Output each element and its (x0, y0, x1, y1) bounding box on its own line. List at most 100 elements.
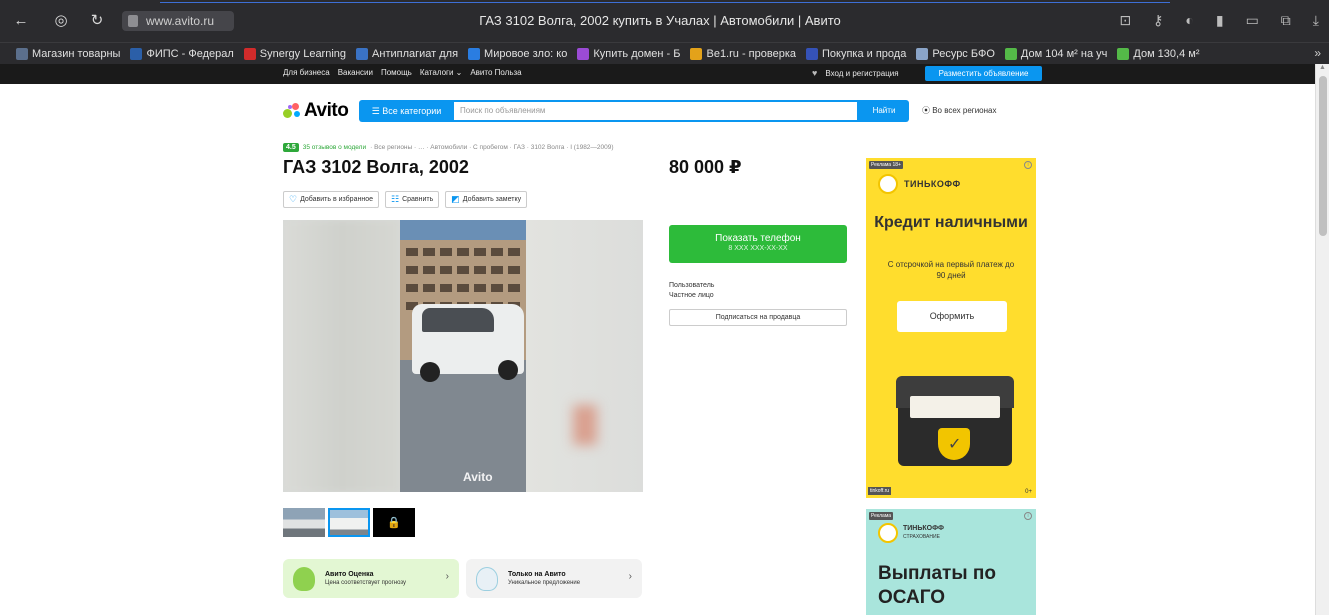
top-link[interactable]: Помощь (381, 68, 412, 77)
age-rating: 0+ (1025, 489, 1032, 495)
card-title: Авито Оценка (325, 571, 374, 578)
tinkoff-logo: ТИНЬКОФФ (878, 174, 961, 194)
tinkoff-insurance-ad[interactable]: Реклама i ТИНЬКОФФ СТРАХОВАНИЕ Выплаты п… (866, 509, 1036, 615)
region-selector[interactable]: ⦿ Во всех регионах (922, 105, 997, 116)
listing-actions: ♡ Добавить в избранное ☷ Сравнить ◩ Доба… (283, 191, 528, 208)
card-subtitle: Уникальное предложение (508, 580, 581, 586)
battery-icon[interactable]: ▭ (1246, 12, 1259, 29)
bookmark-favicon-icon (356, 47, 369, 60)
avito-logo[interactable]: Avito (283, 100, 349, 122)
window-title: ГАЗ 3102 Волга, 2002 купить в Учалах | А… (479, 13, 841, 28)
info-icon[interactable]: i (1024, 512, 1032, 520)
bookmark-item[interactable]: Антиплагиат для (356, 47, 458, 60)
card-title: Только на Авито (508, 571, 566, 578)
bookmark-item[interactable]: Покупка и прода (806, 47, 906, 60)
reviews-link[interactable]: 35 отзывов о модели (303, 144, 366, 151)
card-subtitle: Цена соответствует прогнозу (325, 580, 407, 586)
tinkoff-credit-ad[interactable]: Реклама 18+ i ТИНЬКОФФ Кредит наличными … (866, 158, 1036, 498)
find-button[interactable]: Найти (859, 100, 909, 122)
bookmark-icon[interactable]: ▮ (1216, 12, 1224, 29)
top-link[interactable]: Каталоги ⌄ (420, 68, 462, 77)
bookmark-favicon-icon (468, 47, 481, 60)
top-link[interactable]: Авито Польза (470, 68, 521, 77)
photo-thumbnails: 🔒 (283, 508, 415, 537)
bookmark-favicon-icon (243, 47, 256, 60)
bookmark-label: Ресурс БФО (932, 47, 995, 60)
bookmark-item[interactable]: Be1.ru - проверка (690, 47, 796, 60)
ad-label: Реклама (869, 512, 894, 520)
bookmark-favicon-icon (577, 47, 590, 60)
photo-car-window (422, 308, 494, 332)
address-bar[interactable]: www.avito.ru (122, 11, 234, 31)
bookmark-item[interactable]: Дом 130,4 м² (1117, 47, 1200, 60)
translate-icon[interactable]: ⊡ (1119, 12, 1131, 29)
car-photo[interactable] (400, 220, 526, 492)
info-cards: Авито Оценка Цена соответствует прогнозу… (283, 559, 642, 598)
pear-icon (293, 566, 315, 591)
lock-icon (128, 15, 138, 27)
bookmark-favicon-icon (16, 47, 28, 60)
add-to-favorites-button[interactable]: ♡ Добавить в избранное (283, 191, 379, 208)
top-link[interactable]: Для бизнеса (283, 68, 330, 77)
thumbnail-2[interactable] (328, 508, 370, 537)
tinkoff-insurance-logo: ТИНЬКОФФ СТРАХОВАНИЕ (878, 523, 944, 543)
listing-price: 80 000 ₽ (669, 157, 742, 177)
avito-logo-icon (283, 103, 301, 119)
logo-text: Avito (304, 100, 349, 121)
search-input[interactable]: Поиск по объявлениям (454, 100, 859, 122)
show-phone-button[interactable]: Показать телефон 8 XXX XXX-XX-XX (669, 225, 847, 263)
all-categories-button[interactable]: ☰ Все категории (359, 100, 454, 122)
subscribe-seller-button[interactable]: Подписаться на продавца (669, 309, 847, 326)
seller-info: Пользователь Частное лицо (669, 281, 714, 301)
post-ad-button[interactable]: Разместить объявление (925, 66, 1042, 81)
breadcrumb-path[interactable]: · Все регионы · … · Автомобили · С пробе… (370, 144, 613, 151)
chevron-right-icon: › (628, 571, 632, 582)
seller-name[interactable]: Пользователь (669, 281, 714, 291)
bookmark-item[interactable]: ФИПС - Федерал (130, 47, 234, 60)
bookmark-item[interactable]: Магазин товарны (16, 47, 121, 60)
bookmark-item[interactable]: Дом 104 м² на уч (1004, 47, 1107, 60)
avito-estimate-card[interactable]: Авито Оценка Цена соответствует прогнозу… (283, 559, 459, 598)
login-link[interactable]: Вход и регистрация (825, 69, 898, 78)
favorites-label: Добавить в избранное (300, 196, 373, 203)
apply-button[interactable]: Оформить (897, 301, 1007, 332)
bookmark-favicon-icon (130, 47, 143, 60)
scroll-up-icon[interactable]: ▲ (1319, 64, 1326, 71)
browser-actions: ⊡ ⚷ ◐ ▮ ▭ ⧉ ⤓ (1119, 12, 1319, 29)
bookmark-label: Купить домен - Б (593, 47, 681, 60)
photo-wheel (498, 360, 518, 380)
avito-top-bar: Для бизнеса Вакансии Помощь Каталоги ⌄ Авито… (0, 64, 1315, 84)
collections-icon[interactable]: ⧉ (1281, 12, 1291, 29)
thumbnail-1[interactable] (283, 508, 325, 537)
back-icon[interactable]: ← (12, 13, 30, 29)
bookmark-label: Магазин товарны (32, 47, 121, 60)
download-icon[interactable]: ⤓ (1313, 12, 1319, 29)
extension-icon[interactable]: ◐ (1185, 12, 1193, 29)
top-link[interactable]: Вакансии (338, 68, 373, 77)
bookmark-item[interactable]: Ресурс БФО (916, 47, 995, 60)
bookmark-item[interactable]: Купить домен - Б (577, 47, 681, 60)
compare-button[interactable]: ☷ Сравнить (384, 191, 440, 208)
ad-label: Реклама 18+ (869, 161, 903, 169)
bookmarks-more-icon[interactable]: » (1314, 46, 1321, 60)
bookmark-favicon-icon (690, 47, 703, 60)
info-icon[interactable]: i (1024, 161, 1032, 169)
key-icon[interactable]: ⚷ (1153, 12, 1163, 29)
protect-icon[interactable]: ◎ (52, 13, 70, 29)
scroll-thumb[interactable] (1319, 76, 1327, 236)
page-scrollbar[interactable]: ▲ (1315, 64, 1329, 615)
rating-badge: 4.5 (283, 143, 299, 152)
bookmark-item[interactable]: Мировое зло: ко (468, 47, 568, 60)
bookmark-label: Мировое зло: ко (484, 47, 568, 60)
bookmark-item[interactable]: Synergy Learning (243, 47, 346, 60)
heart-icon[interactable]: ♥ (812, 68, 817, 78)
reload-icon[interactable]: ↻ (88, 13, 106, 29)
add-note-button[interactable]: ◩ Добавить заметку (445, 191, 528, 208)
only-avito-card[interactable]: Только на Авито Уникальное предложение › (466, 559, 642, 598)
note-label: Добавить заметку (462, 196, 522, 203)
compare-label: Сравнить (402, 196, 434, 203)
compare-icon: ☷ (390, 194, 400, 204)
thumbnail-locked[interactable]: 🔒 (373, 508, 415, 537)
ad-headline: Кредит наличными (874, 214, 1028, 231)
photo-gallery[interactable]: Avito (283, 220, 643, 492)
